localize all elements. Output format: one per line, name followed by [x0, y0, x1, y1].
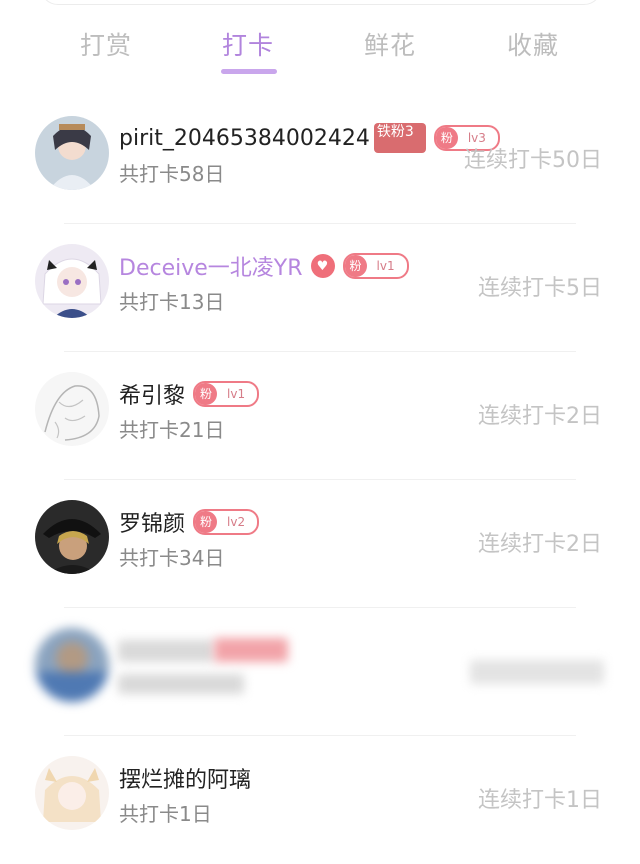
- avatar[interactable]: [35, 628, 109, 702]
- tab-reward[interactable]: 打赏: [46, 26, 166, 62]
- streak-checkins: 连续打卡5日: [478, 276, 602, 301]
- list-item[interactable]: 摆烂摊的阿璃 共打卡1日 连续打卡1日: [0, 736, 640, 864]
- username[interactable]: pirit_20465384002424: [119, 126, 370, 151]
- avatar[interactable]: [35, 372, 109, 446]
- fan-label: 粉: [195, 511, 218, 533]
- fan-level-badge: 粉 lv1: [193, 381, 260, 407]
- fan-level: lv1: [376, 259, 395, 273]
- tab-favorites[interactable]: 收藏: [473, 26, 593, 62]
- fan-level: lv1: [227, 387, 246, 401]
- list-item[interactable]: pirit_20465384002424 铁粉3 粉 lv3 共打卡58日 连续…: [0, 96, 640, 224]
- username[interactable]: 希引黎: [119, 378, 185, 410]
- list-item[interactable]: Deceive一北凌YR ♥ 粉 lv1 共打卡13日 连续打卡5日: [0, 224, 640, 352]
- fan-label: 粉: [344, 255, 367, 277]
- total-checkins: 共打卡13日: [119, 290, 225, 314]
- redacted-badge: [214, 638, 288, 662]
- tab-checkin[interactable]: 打卡: [188, 26, 308, 62]
- streak-checkins: 连续打卡2日: [478, 532, 602, 557]
- streak-checkins: 连续打卡1日: [478, 788, 602, 813]
- username[interactable]: Deceive一北凌YR: [119, 250, 303, 282]
- tab-flowers[interactable]: 鲜花: [330, 26, 450, 62]
- avatar[interactable]: [35, 500, 109, 574]
- iron-fan-badge: 铁粉3: [373, 123, 426, 153]
- username[interactable]: 摆烂摊的阿璃: [119, 762, 251, 794]
- fan-level-badge: 粉 lv2: [193, 509, 260, 535]
- fan-level-badge: 粉 lv1: [342, 253, 409, 279]
- active-tab-indicator: [221, 69, 277, 74]
- heart-icon: ♥: [310, 254, 335, 278]
- fan-level: lv2: [227, 515, 246, 529]
- redacted-total: [118, 674, 244, 694]
- list-item[interactable]: 希引黎 粉 lv1 共打卡21日 连续打卡2日: [0, 352, 640, 480]
- avatar[interactable]: [35, 244, 109, 318]
- tab-bar: 打赏 打卡 鲜花 收藏: [0, 0, 640, 96]
- avatar[interactable]: [35, 116, 109, 190]
- total-checkins: 共打卡1日: [119, 802, 212, 826]
- list-item[interactable]: 罗锦颜 粉 lv2 共打卡34日 连续打卡2日: [0, 480, 640, 608]
- total-checkins: 共打卡58日: [119, 162, 225, 186]
- redacted-name: [118, 640, 214, 662]
- fan-label: 粉: [195, 383, 218, 405]
- fan-label: 粉: [435, 127, 458, 149]
- avatar[interactable]: [35, 756, 109, 830]
- list-item-blurred[interactable]: [0, 608, 640, 736]
- redacted-streak: [470, 660, 604, 684]
- total-checkins: 共打卡34日: [119, 546, 225, 570]
- username[interactable]: 罗锦颜: [119, 506, 185, 538]
- total-checkins: 共打卡21日: [119, 418, 225, 442]
- streak-checkins: 连续打卡50日: [464, 148, 602, 173]
- streak-checkins: 连续打卡2日: [478, 404, 602, 429]
